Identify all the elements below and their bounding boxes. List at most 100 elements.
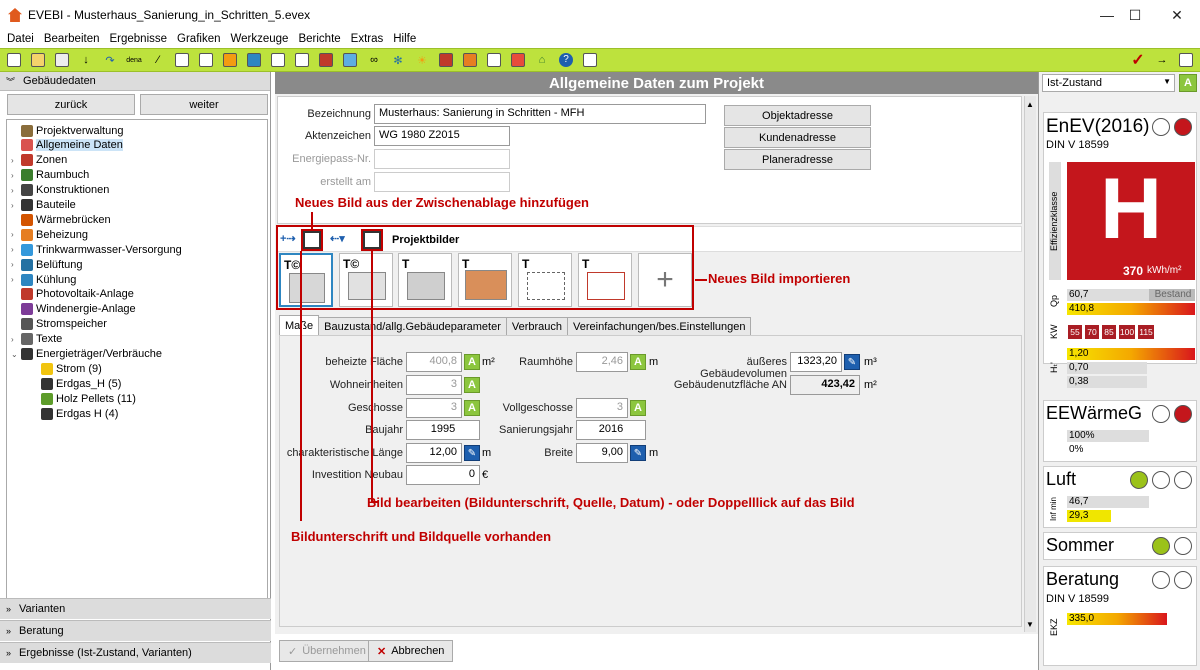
leaf-icon[interactable]: ⌂ bbox=[532, 51, 552, 69]
tree-item[interactable]: Erdgas H (4) bbox=[31, 406, 118, 421]
tree-item[interactable]: › Bauteile bbox=[11, 198, 76, 213]
euro-icon[interactable] bbox=[460, 51, 480, 69]
section-varianten[interactable]: » Varianten bbox=[0, 598, 271, 619]
menu-ergebnisse[interactable]: Ergebnisse bbox=[104, 33, 172, 45]
energiepass-field[interactable] bbox=[374, 149, 510, 169]
tab-vereinfachungen[interactable]: Vereinfachungen/bes.Einstellungen bbox=[567, 317, 752, 335]
tree-item[interactable]: Strom (9) bbox=[31, 361, 102, 376]
expand-icon[interactable]: › bbox=[11, 335, 21, 344]
menu-grafiken[interactable]: Grafiken bbox=[172, 33, 225, 45]
arrow-right-box-icon[interactable] bbox=[244, 51, 264, 69]
power-icon[interactable] bbox=[436, 51, 456, 69]
tab-verbrauch[interactable]: Verbrauch bbox=[505, 317, 569, 335]
apply-button[interactable]: ✓ Übernehmen bbox=[279, 640, 375, 662]
expand-icon[interactable]: › bbox=[11, 156, 21, 165]
copy-icon[interactable] bbox=[52, 51, 72, 69]
tree-item[interactable]: › Belüftung bbox=[11, 257, 82, 272]
pipe-icon[interactable]: ∞ bbox=[364, 51, 384, 69]
section-gebaeudedaten[interactable]: ︾ Gebäudedaten bbox=[0, 72, 270, 91]
help-icon[interactable]: ? bbox=[556, 51, 576, 69]
tree-icon[interactable] bbox=[196, 51, 216, 69]
auto-value-icon[interactable]: A bbox=[630, 400, 646, 416]
wand-icon[interactable]: ⁄ bbox=[148, 51, 168, 69]
char-laenge-field[interactable]: 12,00 bbox=[406, 443, 462, 463]
tree-item[interactable]: Windenergie-Anlage bbox=[11, 302, 136, 317]
tree-item[interactable]: › Konstruktionen bbox=[11, 183, 109, 198]
breite-field[interactable]: 9,00 bbox=[576, 443, 628, 463]
menu-hilfe[interactable]: Hilfe bbox=[388, 33, 421, 45]
tree-item[interactable]: ⌄ Energieträger/Verbräuche bbox=[11, 347, 162, 362]
auto-value-icon[interactable]: A bbox=[464, 354, 480, 370]
expand-icon[interactable]: › bbox=[11, 245, 21, 254]
forward-button[interactable]: weiter bbox=[140, 94, 268, 115]
tree-item[interactable]: › Zonen bbox=[11, 153, 67, 168]
planeradresse-button[interactable]: Planeradresse bbox=[724, 149, 871, 170]
image-report-icon[interactable] bbox=[508, 51, 528, 69]
scroll-down-icon[interactable]: ▼ bbox=[1025, 620, 1035, 630]
state-select[interactable]: Ist-Zustand ▼ bbox=[1042, 74, 1175, 92]
vollgeschosse-field[interactable]: 3 bbox=[576, 398, 628, 418]
expand-icon[interactable]: › bbox=[11, 260, 21, 269]
menu-werkzeuge[interactable]: Werkzeuge bbox=[226, 33, 294, 45]
tree-item[interactable]: › Raumbuch bbox=[11, 168, 89, 183]
tree-item[interactable]: › Trinkwarmwasser-Versorgung bbox=[11, 242, 182, 257]
erstellt-field[interactable] bbox=[374, 172, 510, 192]
investition-field[interactable]: 0 bbox=[406, 465, 480, 485]
section-ergebnisse[interactable]: » Ergebnisse (Ist-Zustand, Varianten) bbox=[0, 642, 271, 663]
objektadresse-button[interactable]: Objektadresse bbox=[724, 105, 871, 126]
close-button[interactable]: ✕ bbox=[1154, 0, 1200, 30]
edit-pencil-icon[interactable]: ✎ bbox=[630, 445, 646, 461]
menu-bearbeiten[interactable]: Bearbeiten bbox=[39, 33, 105, 45]
menu-extras[interactable]: Extras bbox=[346, 33, 389, 45]
a-badge[interactable]: A bbox=[1179, 74, 1197, 92]
volumen-field[interactable]: 1323,20 bbox=[790, 352, 842, 372]
edit-pencil-icon[interactable]: ✎ bbox=[844, 354, 860, 370]
dena-icon[interactable]: dena bbox=[124, 51, 144, 69]
tree-item[interactable]: Projektverwaltung bbox=[11, 123, 123, 138]
tree-item[interactable]: Wärmebrücken bbox=[11, 212, 111, 227]
baujahr-field[interactable]: 1995 bbox=[406, 420, 480, 440]
new-file-icon[interactable] bbox=[4, 51, 24, 69]
arrow-in-icon[interactable]: → bbox=[1152, 51, 1172, 69]
arrow-down-icon[interactable]: ↓ bbox=[76, 51, 96, 69]
tree-item[interactable]: Holz Pellets (11) bbox=[31, 391, 136, 406]
grid-blue-icon[interactable] bbox=[340, 51, 360, 69]
menu-datei[interactable]: Datei bbox=[2, 33, 39, 45]
tree-item[interactable]: › Kühlung bbox=[11, 272, 76, 287]
tree-item[interactable]: Photovoltaik-Anlage bbox=[11, 287, 134, 302]
back-button[interactable]: zurück bbox=[7, 94, 135, 115]
auto-value-icon[interactable]: A bbox=[464, 400, 480, 416]
document-icon[interactable] bbox=[172, 51, 192, 69]
chart-icon[interactable] bbox=[1176, 51, 1196, 69]
bezeichnung-field[interactable]: Musterhaus: Sanierung in Schritten - MFH bbox=[374, 104, 706, 124]
tree-item[interactable]: Erdgas_H (5) bbox=[31, 376, 121, 391]
arrow-box-icon[interactable] bbox=[220, 51, 240, 69]
expand-icon[interactable]: › bbox=[11, 186, 21, 195]
vertical-scrollbar[interactable] bbox=[1024, 96, 1036, 632]
geschosse-field[interactable]: 3 bbox=[406, 398, 462, 418]
expand-icon[interactable]: ⌄ bbox=[11, 350, 21, 359]
aktenzeichen-field[interactable]: WG 1980 Z2015 bbox=[374, 126, 510, 146]
tree-item[interactable]: Allgemeine Daten bbox=[11, 138, 123, 153]
report-icon[interactable] bbox=[484, 51, 504, 69]
calculator-icon[interactable] bbox=[580, 51, 600, 69]
expand-icon[interactable]: › bbox=[11, 201, 21, 210]
kundenadresse-button[interactable]: Kundenadresse bbox=[724, 127, 871, 148]
fan-icon[interactable]: ✻ bbox=[388, 51, 408, 69]
raumhoehe-field[interactable]: 2,46 bbox=[576, 352, 628, 372]
section-beratung[interactable]: » Beratung bbox=[0, 620, 271, 641]
maximize-button[interactable]: ☐ bbox=[1112, 0, 1158, 30]
open-folder-icon[interactable] bbox=[28, 51, 48, 69]
scroll-up-icon[interactable]: ▲ bbox=[1025, 100, 1035, 110]
redo-icon[interactable]: ↷ bbox=[100, 51, 120, 69]
sun-icon[interactable]: ☀ bbox=[412, 51, 432, 69]
menu-berichte[interactable]: Berichte bbox=[293, 33, 345, 45]
tab-bauzustand[interactable]: Bauzustand/allg.Gebäudeparameter bbox=[318, 317, 507, 335]
wall-red-icon[interactable] bbox=[316, 51, 336, 69]
wohneinheiten-field[interactable]: 3 bbox=[406, 375, 462, 395]
cancel-button[interactable]: ✕ Abbrechen bbox=[368, 640, 454, 662]
auto-value-icon[interactable]: A bbox=[630, 354, 646, 370]
expand-icon[interactable]: › bbox=[11, 230, 21, 239]
layers-icon[interactable] bbox=[268, 51, 288, 69]
edit-pencil-icon[interactable]: ✎ bbox=[464, 445, 480, 461]
